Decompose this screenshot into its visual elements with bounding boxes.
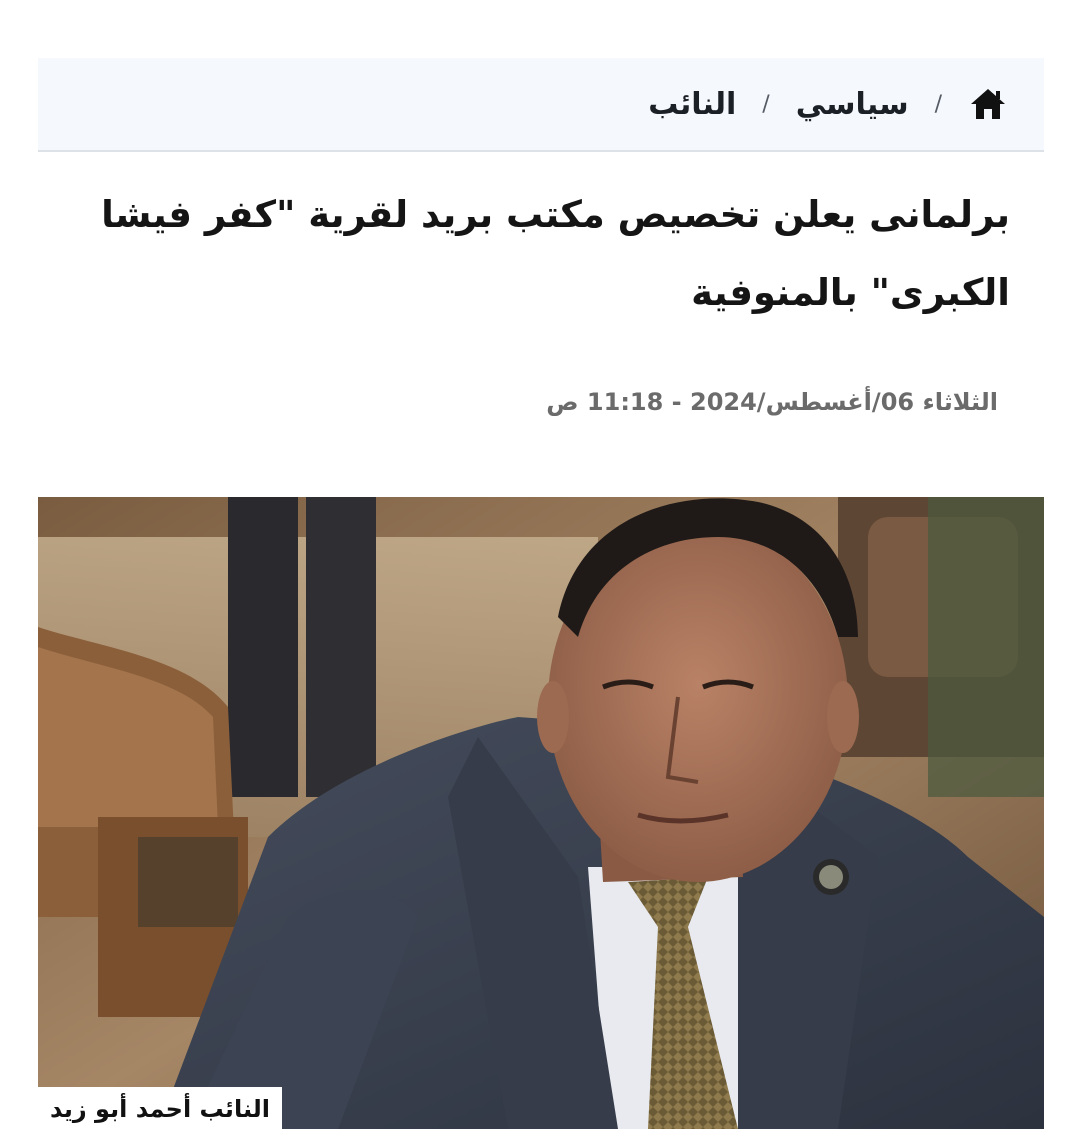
article-title: برلمانى يعلن تخصيص مكتب بريد لقرية "كفر … <box>101 193 1010 314</box>
breadcrumb-separator: / <box>934 91 942 117</box>
article-page: / سياسي / النائب برلمانى يعلن تخصيص مكتب… <box>0 0 1080 1140</box>
photo-illustration <box>38 497 1044 1129</box>
home-icon <box>971 89 1005 119</box>
article-date: الثلاثاء 06/أغسطس/2024 - 11:18 ص <box>546 388 998 416</box>
photo-caption: النائب أحمد أبو زيد <box>38 1087 282 1131</box>
breadcrumb-separator: / <box>762 91 770 117</box>
article-photo <box>38 497 1044 1129</box>
breadcrumb-item-mp[interactable]: النائب <box>648 87 736 122</box>
breadcrumb-item-political[interactable]: سياسي <box>796 87 909 122</box>
home-link[interactable] <box>968 84 1008 124</box>
breadcrumb-bar: / سياسي / النائب <box>38 58 1044 152</box>
breadcrumb: / سياسي / النائب <box>648 58 1008 150</box>
